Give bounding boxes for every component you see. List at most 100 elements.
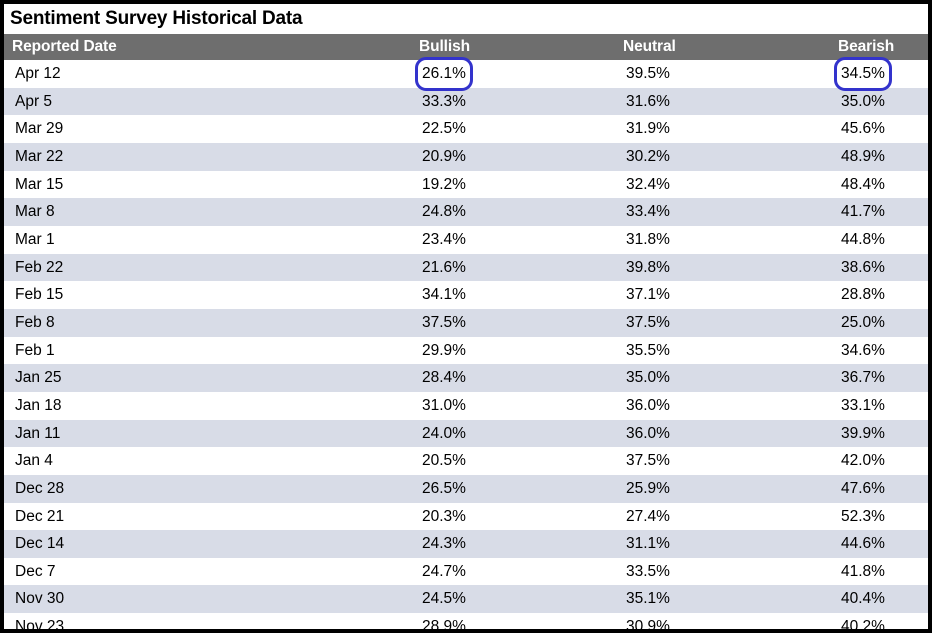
cell-value: Mar 15 [15,175,64,193]
column-header-reported-date[interactable]: Reported Date [4,34,410,60]
table-row[interactable]: Apr 12 26.1% 39.5% 34.5% [4,57,928,91]
cell-value: 25.0% [841,313,885,331]
cell-date: Mar 22 [4,143,410,171]
cell-value: Mar 1 [15,230,55,248]
cell-date: Dec 14 [4,530,410,558]
cell-neutral: 31.6% [612,88,812,116]
cell-date: Nov 30 [4,585,410,613]
cell-bullish: 21.6% [410,254,612,282]
cell-value: 36.7% [841,369,885,387]
table-row[interactable]: Feb 1 29.9% 35.5% 34.6% [4,336,928,365]
cell-value: 33.3% [422,92,466,110]
cell-bullish: 20.9% [410,143,612,171]
cell-bullish: 31.0% [410,392,612,420]
cell-neutral: 35.1% [612,585,812,613]
cell-value: 40.4% [841,590,885,608]
cell-bearish: 47.6% [812,475,928,503]
cell-value: 21.6% [422,258,466,276]
column-header-bearish[interactable]: Bearish [812,34,928,60]
cell-bearish: 35.0% [812,88,928,116]
column-header-bullish[interactable]: Bullish [410,34,612,60]
table-row[interactable]: Dec 28 26.5% 25.9% 47.6% [4,474,928,503]
cell-date: Apr 12 [4,60,410,88]
cell-value: Apr 12 [15,65,61,82]
cell-value: 45.6% [841,120,885,138]
cell-neutral: 35.0% [612,364,812,392]
cell-value: 31.0% [422,396,466,414]
table-row[interactable]: Jan 25 28.4% 35.0% 36.7% [4,364,928,392]
table-row[interactable]: Jan 11 24.0% 36.0% 39.9% [4,419,928,448]
table-row[interactable]: Mar 22 20.9% 30.2% 48.9% [4,142,928,171]
cell-value: 48.4% [841,175,885,193]
cell-value: 52.3% [841,507,885,525]
cell-value: 40.2% [841,618,885,629]
cell-value: Feb 1 [15,341,55,359]
cell-neutral: 32.4% [612,171,812,199]
cell-value: 20.9% [422,147,466,165]
cell-value: Feb 22 [15,258,64,276]
table-row[interactable]: Dec 7 24.7% 33.5% 41.8% [4,557,928,586]
highlighted-value: 34.5% [834,57,892,91]
table-row[interactable]: Mar 1 23.4% 31.8% 44.8% [4,225,928,254]
table-row[interactable]: Jan 4 20.5% 37.5% 42.0% [4,447,928,475]
cell-value: Feb 15 [15,286,64,304]
table-header: Reported Date Bullish Neutral Bearish [4,34,928,60]
cell-neutral: 39.5% [612,60,812,88]
cell-bullish: 23.4% [410,226,612,254]
cell-value: 29.9% [422,341,466,359]
cell-date: Feb 8 [4,309,410,337]
cell-value: Mar 29 [15,120,64,138]
cell-value: 35.1% [626,590,670,608]
cell-value: Mar 8 [15,203,55,221]
table-row[interactable]: Jan 18 31.0% 36.0% 33.1% [4,391,928,420]
cell-bullish: 24.3% [410,530,612,558]
cell-neutral: 30.2% [612,143,812,171]
table-row[interactable]: Mar 8 24.8% 33.4% 41.7% [4,198,928,226]
cell-date: Dec 21 [4,503,410,531]
table-row[interactable]: Nov 23 28.9% 30.9% 40.2% [4,613,928,629]
cell-value: Dec 14 [15,535,65,553]
table-row[interactable]: Feb 8 37.5% 37.5% 25.0% [4,308,928,337]
screenshot-frame: Sentiment Survey Historical Data Reporte… [0,0,932,633]
cell-value: 41.7% [841,203,885,221]
cell-value: 32.4% [626,175,670,193]
cell-value: 35.0% [626,369,670,387]
cell-date: Feb 22 [4,254,410,282]
table-row[interactable]: Dec 21 20.3% 27.4% 52.3% [4,502,928,531]
cell-bearish: 33.1% [812,392,928,420]
cell-bullish: 29.9% [410,337,612,365]
cell-value: 44.6% [841,535,885,553]
table-row[interactable]: Dec 14 24.3% 31.1% 44.6% [4,530,928,558]
table-row[interactable]: Feb 22 21.6% 39.8% 38.6% [4,253,928,282]
table-row[interactable]: Apr 5 33.3% 31.6% 35.0% [4,87,928,116]
cell-bearish: 41.7% [812,198,928,226]
cell-value: 37.5% [422,313,466,331]
cell-value: 48.9% [841,147,885,165]
cell-date: Jan 18 [4,392,410,420]
cell-bearish: 36.7% [812,364,928,392]
table-row[interactable]: Feb 15 34.1% 37.1% 28.8% [4,281,928,309]
cell-value: 34.6% [841,341,885,359]
table-row[interactable]: Mar 15 19.2% 32.4% 48.4% [4,170,928,199]
cell-value: 41.8% [841,562,885,580]
cell-neutral: 31.8% [612,226,812,254]
cell-value: Jan 11 [15,424,61,442]
cell-bearish: 42.0% [812,447,928,475]
highlighted-value: 26.1% [415,57,473,91]
cell-neutral: 36.0% [612,420,812,448]
cell-bullish: 26.5% [410,475,612,503]
cell-neutral: 31.1% [612,530,812,558]
cell-bearish: 52.3% [812,503,928,531]
cell-value: 39.5% [626,65,670,82]
table-row[interactable]: Nov 30 24.5% 35.1% 40.4% [4,585,928,614]
cell-neutral: 25.9% [612,475,812,503]
content-area: Sentiment Survey Historical Data Reporte… [4,4,928,629]
cell-value: 19.2% [422,175,466,193]
cell-value: Dec 28 [15,479,65,497]
cell-bearish: 44.6% [812,530,928,558]
column-header-neutral[interactable]: Neutral [612,34,812,60]
table-header-row: Reported Date Bullish Neutral Bearish [4,34,928,60]
cell-value: 25.9% [626,479,670,497]
table-row[interactable]: Mar 29 22.5% 31.9% 45.6% [4,115,928,143]
cell-value: 20.3% [422,507,466,525]
